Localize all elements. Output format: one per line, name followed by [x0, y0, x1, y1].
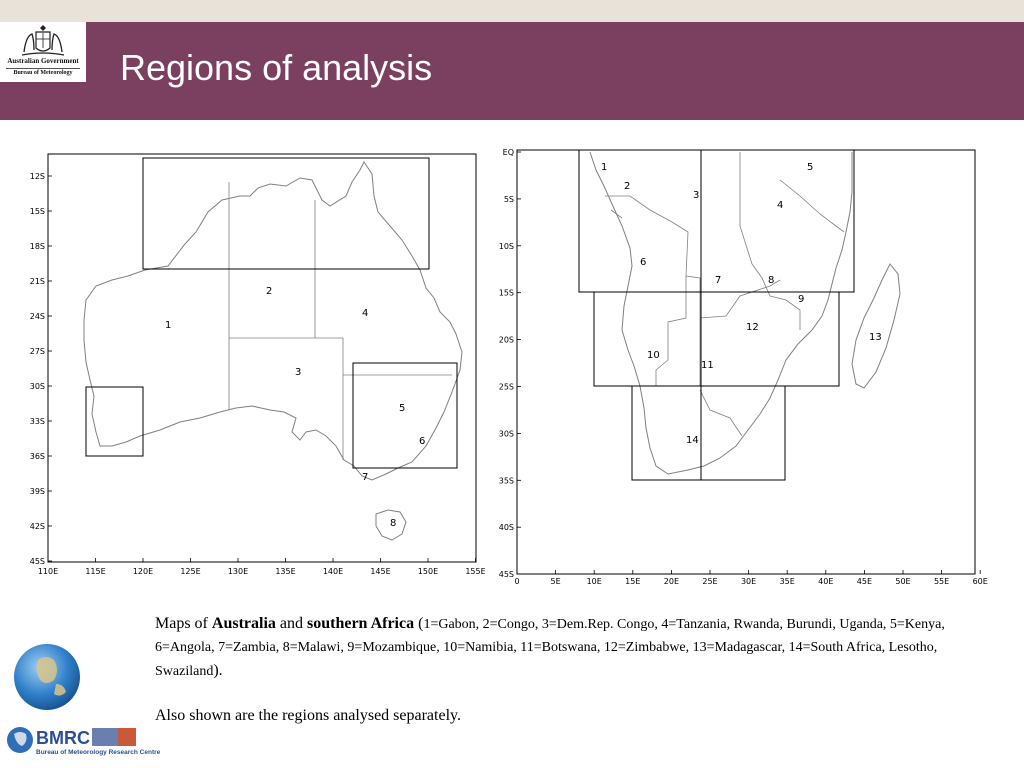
af-lon-tick-label: 25E — [702, 577, 717, 585]
af-region-label: 12 — [746, 322, 759, 333]
af-lon-tick-label: 50E — [895, 577, 910, 585]
coat-of-arms-icon — [21, 25, 65, 56]
logo-line1: Australian Government — [7, 57, 79, 65]
australian-government-logo: Australian Government Bureau of Meteorol… — [0, 22, 86, 82]
figure-caption: Maps of Australia and southern Africa (1… — [155, 612, 1005, 682]
af-lon-tick-label: 30E — [741, 577, 756, 585]
au-region-label: 1 — [165, 320, 171, 331]
southern-africa-map: EQ 5S 10S 15S 20S 25S 30S 35S 40S 45S 0 5E 10E 15E 20… — [499, 148, 988, 585]
au-lat-tick-label: 18S — [30, 242, 45, 251]
af-lat-tick-label: 20S — [499, 336, 514, 345]
af-region-label: 8 — [768, 275, 774, 286]
af-lon-tick-label: 60E — [973, 577, 988, 585]
af-lat-tick-label: 30S — [499, 429, 514, 438]
bmrc-image-strip-icon — [92, 728, 118, 746]
au-lat-tick-label: 27S — [30, 347, 45, 356]
bmrc-logo: BMRC Bureau of Meteorology Research Cent… — [7, 727, 161, 756]
au-lon-tick-label: 115E — [85, 567, 105, 576]
af-lon-tick-label: 20E — [664, 577, 679, 585]
top-strip — [0, 0, 1024, 22]
slide-title: Regions of analysis — [120, 47, 433, 88]
au-lat-tick-label: 30S — [30, 382, 45, 391]
au-lat-tick-label: 45S — [30, 557, 45, 566]
au-lon-tick-label: 120E — [133, 567, 153, 576]
af-lat-tick-label: EQ — [503, 148, 514, 157]
af-region-label: 10 — [647, 350, 660, 361]
au-lon-tick-label: 140E — [323, 567, 343, 576]
af-lat-tick-label: 35S — [499, 476, 514, 485]
au-lon-tick-label: 145E — [370, 567, 390, 576]
au-lat-tick-label: 21S — [30, 277, 45, 286]
au-lat-tick-label: 33S — [30, 417, 45, 426]
au-lon-tick-label: 110E — [38, 567, 58, 576]
af-region-label: 1 — [601, 162, 607, 173]
af-lon-tick-label: 10E — [587, 577, 602, 585]
af-lat-tick-label: 40S — [499, 523, 514, 532]
au-region-label: 2 — [266, 286, 272, 297]
af-lat-tick-label: 15S — [499, 289, 514, 298]
globe-icon — [14, 644, 80, 710]
af-lat-tick-label: 45S — [499, 570, 514, 579]
caption-close-paren: ). — [213, 661, 223, 679]
au-region-label: 7 — [362, 472, 368, 483]
logo-line2: Bureau of Meteorology — [13, 70, 73, 76]
australia-map: 12S 15S 18S 21S 24S 27S 30S 33S 36S 39S 42S 45S 110… — [30, 153, 485, 576]
af-region-label: 5 — [807, 162, 813, 173]
af-lon-tick-label: 40E — [818, 577, 833, 585]
af-region-label: 11 — [701, 360, 714, 371]
caption-prefix: Maps of — [155, 615, 212, 632]
au-region-label: 8 — [390, 518, 396, 529]
au-lat-tick-label: 12S — [30, 172, 45, 181]
au-lat-tick-label: 39S — [30, 487, 45, 496]
af-lat-tick-label: 25S — [499, 383, 514, 392]
au-lon-tick-label: 135E — [275, 567, 295, 576]
au-lon-tick-label: 150E — [418, 567, 438, 576]
af-region-label: 14 — [686, 435, 699, 446]
af-region-label: 6 — [640, 257, 646, 268]
au-lon-tick-label: 125E — [180, 567, 200, 576]
af-lat-tick-label: 5S — [504, 195, 514, 204]
af-lon-tick-label: 55E — [934, 577, 949, 585]
au-region-label: 6 — [419, 436, 425, 447]
af-region-label: 3 — [693, 190, 699, 201]
af-region-label: 2 — [624, 181, 630, 192]
au-lat-tick-label: 15S — [30, 207, 45, 216]
au-lat-tick-label: 24S — [30, 312, 45, 321]
au-region-label: 5 — [399, 403, 405, 414]
au-lon-tick-label: 130E — [228, 567, 248, 576]
af-lon-tick-label: 5E — [551, 577, 561, 585]
af-region-label: 13 — [869, 332, 882, 343]
au-lat-tick-label: 36S — [30, 452, 45, 461]
caption-southern-africa: southern Africa — [307, 615, 415, 632]
bmrc-logo-text: BMRC — [36, 728, 90, 748]
au-lat-tick-label: 42S — [30, 522, 45, 531]
af-region-label: 9 — [798, 294, 804, 305]
af-lon-tick-label: 0 — [514, 577, 519, 585]
logo-divider — [6, 68, 80, 69]
au-lon-tick-label: 155E — [465, 567, 485, 576]
au-region-label: 4 — [362, 308, 368, 319]
bmrc-subtitle: Bureau of Meteorology Research Centre — [36, 749, 161, 756]
af-lon-tick-label: 45E — [857, 577, 872, 585]
af-lon-tick-label: 15E — [625, 577, 640, 585]
af-region-label: 4 — [777, 200, 783, 211]
af-lat-tick-label: 10S — [499, 242, 514, 251]
af-region-label: 7 — [715, 275, 721, 286]
caption-and: and — [275, 615, 307, 632]
caption-australia: Australia — [211, 615, 276, 632]
af-lon-tick-label: 35E — [780, 577, 795, 585]
au-region-label: 3 — [295, 367, 301, 378]
